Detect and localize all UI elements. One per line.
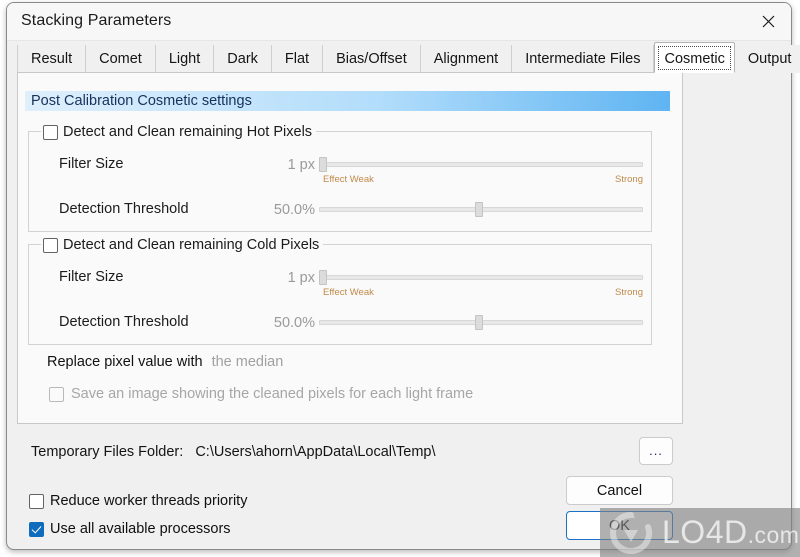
- hot-pixels-label: Detect and Clean remaining Hot Pixels: [63, 124, 313, 140]
- hot-pixels-checkbox[interactable]: [43, 124, 58, 140]
- close-icon: [762, 15, 775, 28]
- cold-pixels-label: Detect and Clean remaining Cold Pixels: [63, 237, 320, 253]
- hot-scale-strong-label: Strong: [615, 174, 643, 185]
- tab-label: Light: [168, 51, 201, 67]
- section-header-post-calibration: Post Calibration Cosmetic settings: [25, 91, 670, 111]
- cold-scale-weak-label: Effect Weak: [323, 287, 374, 298]
- cold-pixels-enable-row[interactable]: Detect and Clean remaining Cold Pixels: [41, 236, 324, 254]
- tab-comet[interactable]: Comet: [86, 45, 156, 73]
- reduce-worker-threads-label: Reduce worker threads priority: [50, 493, 248, 509]
- cold-pixels-checkbox[interactable]: [43, 237, 58, 253]
- hot-threshold-value: 50.0%: [273, 202, 315, 218]
- slider-track: [319, 162, 643, 167]
- replace-pixel-value[interactable]: the median: [212, 354, 284, 370]
- ellipsis-icon: ...: [649, 443, 663, 458]
- tab-label: Bias/Offset: [336, 51, 407, 67]
- cold-threshold-row: Detection Threshold 50.0%: [29, 313, 651, 335]
- hot-threshold-row: Detection Threshold 50.0%: [29, 200, 651, 222]
- watermark-text: LO4D.com: [662, 514, 799, 551]
- watermark-main: LO4D: [662, 514, 748, 550]
- screenshot-root: Stacking Parameters Result Comet Light D…: [0, 0, 800, 557]
- slider-thumb[interactable]: [319, 270, 327, 285]
- cancel-button-label: Cancel: [596, 482, 643, 499]
- reduce-worker-threads-checkbox[interactable]: [29, 493, 44, 509]
- use-all-processors-label: Use all available processors: [50, 521, 231, 537]
- cold-filter-size-slider[interactable]: Effect Weak Strong: [319, 269, 643, 298]
- tab-intermediate-files[interactable]: Intermediate Files: [512, 45, 655, 73]
- tab-label: Dark: [227, 51, 258, 67]
- title-bar: Stacking Parameters: [7, 3, 791, 41]
- tab-label: Alignment: [433, 51, 499, 67]
- watermark-suffix: .com: [747, 522, 800, 548]
- tab-row: Result Comet Light Dark Flat Bias/Offset: [17, 42, 800, 73]
- hot-pixels-enable-row[interactable]: Detect and Clean remaining Hot Pixels: [41, 123, 317, 141]
- save-cleaned-pixels-label: Save an image showing the cleaned pixels…: [71, 386, 474, 402]
- dialog-title: Stacking Parameters: [21, 12, 172, 29]
- stacking-parameters-dialog: Stacking Parameters Result Comet Light D…: [6, 2, 800, 550]
- download-arrow-icon: [604, 510, 658, 556]
- use-all-processors-checkbox[interactable]: [29, 521, 44, 537]
- watermark-overlay: LO4D.com: [600, 508, 800, 557]
- cold-threshold-slider[interactable]: [319, 314, 643, 332]
- cold-pixels-group: Detect and Clean remaining Cold Pixels F…: [28, 236, 652, 345]
- cold-threshold-value: 50.0%: [273, 315, 315, 331]
- tab-label: Result: [31, 51, 73, 67]
- hot-threshold-slider[interactable]: [319, 201, 643, 219]
- replace-pixel-label: Replace pixel value with: [47, 354, 203, 370]
- replace-pixel-row: Replace pixel value with the median: [47, 354, 283, 370]
- slider-thumb[interactable]: [319, 157, 327, 172]
- slider-track: [319, 275, 643, 280]
- tab-alignment[interactable]: Alignment: [420, 45, 513, 73]
- hot-filter-size-value: 1 px: [287, 157, 315, 173]
- close-button[interactable]: [745, 3, 791, 40]
- save-cleaned-pixels-row[interactable]: Save an image showing the cleaned pixels…: [49, 386, 473, 402]
- hot-scale-weak-label: Effect Weak: [323, 174, 374, 185]
- browse-folder-button[interactable]: ...: [639, 437, 673, 465]
- temporary-files-folder-path: C:\Users\ahorn\AppData\Local\Temp\: [195, 444, 436, 460]
- cancel-button[interactable]: Cancel: [566, 476, 673, 505]
- reduce-worker-threads-row[interactable]: Reduce worker threads priority: [29, 493, 247, 509]
- hot-filter-size-slider[interactable]: Effect Weak Strong: [319, 156, 643, 185]
- cold-filter-size-label: Filter Size: [59, 269, 124, 285]
- tab-label: Output: [747, 51, 792, 67]
- tab-cosmetic[interactable]: Cosmetic: [654, 42, 735, 73]
- cold-filter-size-row: Filter Size 1 px Effect Weak Strong: [29, 268, 651, 298]
- section-header-label: Post Calibration Cosmetic settings: [31, 93, 252, 109]
- tab-label: Comet: [99, 51, 142, 67]
- tab-label: Cosmetic: [664, 50, 725, 67]
- tab-output[interactable]: Output: [734, 45, 800, 73]
- cold-filter-size-value: 1 px: [287, 270, 315, 286]
- tab-flat[interactable]: Flat: [271, 45, 324, 73]
- temporary-files-folder-label: Temporary Files Folder:: [31, 444, 184, 460]
- hot-filter-size-label: Filter Size: [59, 156, 124, 172]
- cold-scale-strong-label: Strong: [615, 287, 643, 298]
- tab-light[interactable]: Light: [155, 45, 215, 73]
- tab-label: Flat: [284, 51, 310, 67]
- tab-result[interactable]: Result: [17, 45, 87, 73]
- hot-pixels-group: Detect and Clean remaining Hot Pixels Fi…: [28, 123, 652, 232]
- save-cleaned-pixels-checkbox[interactable]: [49, 386, 64, 402]
- tab-label: Intermediate Files: [525, 51, 641, 67]
- tab-bias-offset[interactable]: Bias/Offset: [323, 45, 421, 73]
- cold-threshold-label: Detection Threshold: [59, 314, 189, 330]
- hot-filter-size-row: Filter Size 1 px Effect Weak Strong: [29, 155, 651, 185]
- temporary-files-folder-row: Temporary Files Folder: C:\Users\ahorn\A…: [31, 444, 436, 460]
- tab-dark[interactable]: Dark: [214, 45, 272, 73]
- tab-strip: Result Comet Light Dark Flat Bias/Offset: [17, 42, 800, 73]
- slider-thumb[interactable]: [475, 202, 483, 217]
- hot-threshold-label: Detection Threshold: [59, 201, 189, 217]
- use-all-processors-row[interactable]: Use all available processors: [29, 521, 231, 537]
- slider-thumb[interactable]: [475, 315, 483, 330]
